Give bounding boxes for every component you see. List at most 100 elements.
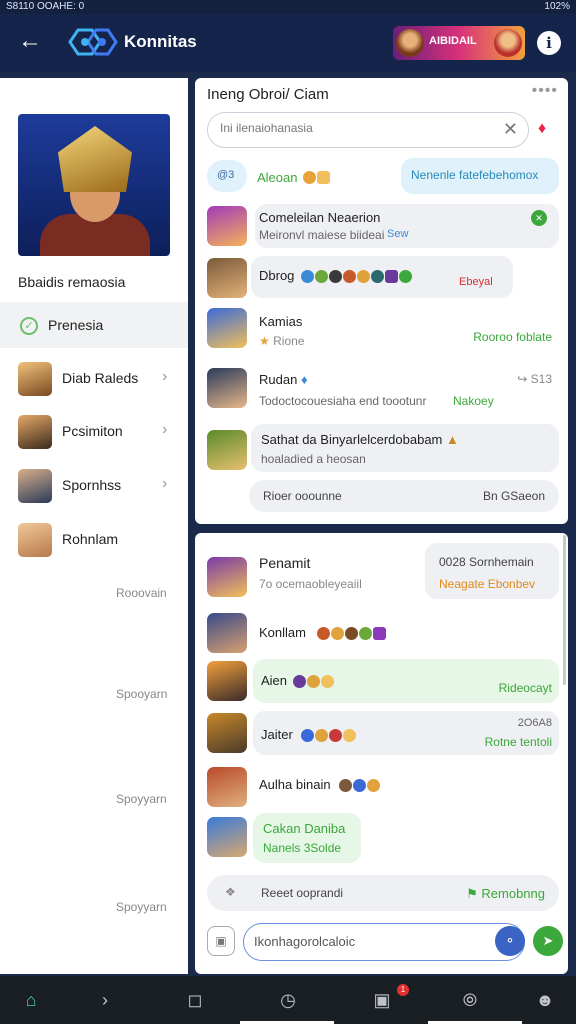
list-item[interactable]: Kamias ★ Rione Rooroo foblate — [195, 304, 568, 356]
sidebar-item-label: Diab Raleds — [62, 370, 139, 386]
status-bar: S8110 OOAHE: 0 102% — [0, 0, 576, 14]
inbox-icon[interactable]: ▣ — [369, 988, 395, 1012]
chat-preview-text: Rione — [273, 334, 305, 348]
message-row[interactable]: Cakan Daniba Nanels 3Solde — [195, 813, 568, 867]
chat-tag: Sew — [387, 228, 409, 240]
group-avatar-glyph: @3 — [217, 169, 235, 181]
avatar — [207, 767, 247, 807]
search-input[interactable] — [220, 121, 480, 135]
chat-name: Comeleilan Neaerion — [259, 210, 381, 225]
avatar — [18, 469, 52, 503]
sidebar-item-2[interactable]: Pcsimiton › — [0, 409, 188, 457]
search-field[interactable]: ✕ — [207, 112, 529, 148]
chat-preview: Todoctocouesiaha end toootunr — [259, 394, 427, 408]
message-text: Nenenle fatefebehomox — [411, 168, 539, 182]
message-composer[interactable] — [243, 923, 525, 961]
message-row[interactable]: Aien Rideocayt — [195, 657, 568, 707]
chat-list-panel: Ineng Obroi/ Ciam •••• ✕ ♦ @3 Aleoan Nen… — [195, 78, 568, 524]
avatar — [207, 817, 247, 857]
message-text: Rotne tentoli — [484, 735, 552, 749]
sticker-icon: ❖ — [225, 885, 236, 899]
chat-preview: Meironvl maiese biideai — [259, 228, 385, 242]
mic-icon[interactable]: ⚬ — [495, 926, 525, 956]
avatar — [18, 415, 52, 449]
sidebar-item-1[interactable]: Diab Raleds › — [0, 356, 188, 404]
promo-banner[interactable]: AIBIDAIL — [393, 26, 525, 60]
tag-icon[interactable]: ♦ — [538, 120, 560, 140]
profile-hero-image[interactable] — [18, 114, 170, 256]
message-text: Nanels 3Solde — [263, 841, 342, 855]
chat-icon[interactable]: ◻ — [182, 988, 208, 1012]
message-row[interactable]: Konllam — [195, 609, 568, 657]
sidebar: Bbaidis remaosia ✓ Prenesia Diab Raleds … — [0, 78, 188, 974]
list-item[interactable]: @3 Aleoan Nenenle fatefebehomox — [195, 156, 568, 200]
footer-right: Bn GSaeon — [482, 489, 545, 503]
avatar — [18, 362, 52, 396]
chat-name: Rudan ♦ — [259, 372, 308, 387]
chat-name: Kamias — [259, 314, 303, 329]
chat-status: Nakoey — [453, 394, 494, 408]
list-item[interactable]: Sathat da Binyarlelcerdobabam ▲ hoaladie… — [195, 422, 568, 476]
profile-icon[interactable]: ☻ — [532, 988, 558, 1012]
chat-meta: ↪ S13 — [517, 372, 552, 386]
banner-hero-right-icon — [494, 29, 522, 57]
crown-icon: ▲ — [446, 432, 459, 447]
sidebar-meta: Rooovain — [116, 586, 167, 600]
chevron-right-icon[interactable]: › — [92, 988, 118, 1012]
avatar — [207, 368, 247, 408]
sender-name: Penamit — [259, 555, 311, 571]
send-icon[interactable]: ➤ — [533, 926, 563, 956]
panel-footer[interactable]: ❖ Reeet ooprandi ⚑ Remobnng — [207, 875, 559, 911]
footer-right-text: Remobnng — [481, 886, 545, 901]
unread-badge: ✕ — [531, 210, 547, 226]
sender-name: Cakan Daniba — [263, 821, 346, 836]
sender-name: Aien — [261, 673, 288, 688]
sidebar-item-4[interactable]: Rohnlam — [0, 517, 188, 565]
avatar — [207, 661, 247, 701]
home-icon[interactable]: ⌂ — [18, 988, 44, 1012]
message-meta: 2O6A8 — [517, 717, 552, 729]
message-title: 0028 Sornhemain — [439, 555, 534, 569]
avatar — [207, 557, 247, 597]
app-logo-icon — [68, 28, 118, 56]
sidebar-item-active[interactable]: ✓ Prenesia — [0, 302, 188, 348]
avatar — [207, 430, 247, 470]
clock-icon[interactable]: ◷ — [275, 988, 301, 1012]
sidebar-item-3[interactable]: Spornhss › — [0, 463, 188, 511]
list-item[interactable]: Rudan ♦ ↪ S13 Todoctocouesiaha end tooot… — [195, 362, 568, 416]
list-item[interactable]: Comeleilan Neaerion Meironvl maiese biid… — [195, 202, 568, 252]
sidebar-meta: Spoyyarn — [116, 792, 167, 806]
sidebar-item-label: Pcsimiton — [62, 423, 123, 439]
chat-name: Sathat da Binyarlelcerdobabam ▲ — [261, 432, 459, 447]
message-bubble: Nenenle fatefebehomox — [401, 158, 559, 194]
info-icon[interactable]: i — [537, 31, 561, 55]
chevron-right-icon: › — [162, 421, 168, 438]
chat-status: Rooroo foblate — [473, 330, 552, 344]
message-sub: Neagate Ebonbev — [439, 577, 536, 591]
emoji-icons — [293, 673, 335, 691]
status-left-text: S8110 OOAHE: 0 — [6, 1, 85, 12]
sidebar-meta: Spooyarn — [116, 687, 168, 701]
back-arrow-icon[interactable]: ← — [18, 28, 46, 56]
message-input[interactable] — [254, 934, 474, 949]
banner-hero-left-icon — [396, 29, 424, 57]
panel-footer[interactable]: Rioer ooounne Bn GSaeon — [249, 480, 559, 512]
compass-icon[interactable]: ⦾ — [457, 988, 483, 1012]
list-item[interactable]: Dbrog Ebeyal — [195, 254, 568, 302]
sender-name: Konllam — [259, 625, 306, 640]
attach-icon[interactable]: ▣ — [207, 926, 235, 956]
message-text: Rideocayt — [498, 681, 552, 695]
footer-left: Reeet ooprandi — [261, 886, 344, 900]
check-circle-icon: ✓ — [20, 317, 38, 335]
message-row[interactable]: Jaiter 2O6A8 Rotne tentoli — [195, 709, 568, 761]
chat-name-text: Sathat da Binyarlelcerdobabam — [261, 432, 443, 447]
emoji-icons — [301, 727, 357, 745]
more-options-icon[interactable]: •••• — [532, 82, 558, 100]
chat-meta-text: S13 — [530, 372, 552, 386]
avatar — [207, 713, 247, 753]
emoji-icons — [339, 777, 381, 795]
clear-icon[interactable]: ✕ — [503, 119, 518, 140]
message-row[interactable]: Penamit 7o ocemaobleyeaiil 0028 Sornhema… — [195, 541, 568, 603]
message-row[interactable]: Aulha binain — [195, 763, 568, 813]
emoji-icons — [317, 625, 387, 643]
